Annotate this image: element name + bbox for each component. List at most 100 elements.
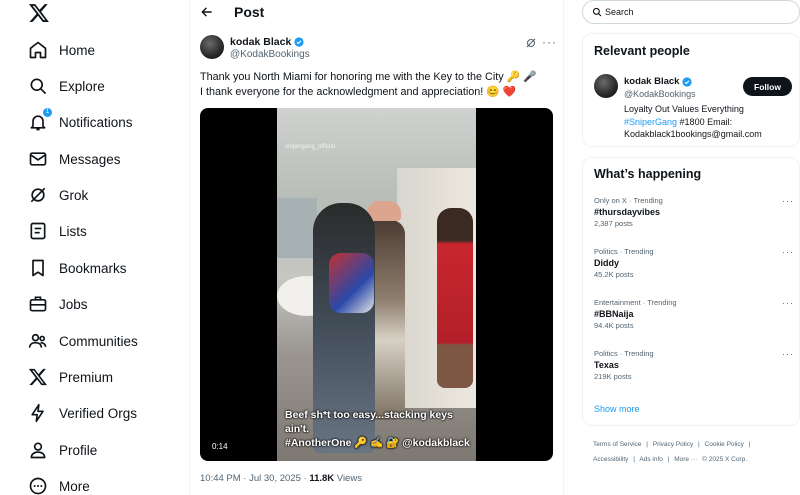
nav-messages[interactable]: Messages xyxy=(28,144,121,174)
trend-name: Diddy xyxy=(594,258,620,268)
nav-bookmarks[interactable]: Bookmarks xyxy=(28,253,127,283)
follow-button[interactable]: Follow xyxy=(743,77,792,96)
footer-ads-link[interactable]: Ads info xyxy=(639,456,663,463)
trend-more-icon[interactable]: ··· xyxy=(782,247,794,257)
tweet-text-line: I thank everyone for the acknowledgment … xyxy=(200,86,517,98)
nav-label-premium: Premium xyxy=(59,369,114,385)
verified-badge-icon xyxy=(294,37,304,47)
whats-happening-card: What’s happening Only on X · Trending #t… xyxy=(582,157,800,426)
trend-more-icon[interactable]: ··· xyxy=(782,196,794,206)
footer-terms-link[interactable]: Terms of Service xyxy=(593,441,641,448)
trend-post-count: 2,387 posts xyxy=(594,219,633,228)
trend-more-icon[interactable]: ··· xyxy=(782,349,794,359)
trend-name: #BBNaija xyxy=(594,309,634,319)
nav-lists[interactable]: Lists xyxy=(28,216,87,246)
more-options-icon[interactable]: ··· xyxy=(542,35,557,49)
video-player[interactable]: snipergang_official Beef sh*t too easy..… xyxy=(200,108,553,461)
nav-label-verified-orgs: Verified Orgs xyxy=(59,405,138,421)
post-header: Post xyxy=(190,0,564,26)
nav-verified-orgs[interactable]: Verified Orgs xyxy=(28,398,137,428)
author-name-text: kodak Black xyxy=(230,36,292,48)
trend-post-count: 219K posts xyxy=(594,372,632,381)
nav-label-bookmarks: Bookmarks xyxy=(59,260,127,276)
trend-post-count: 45.2K posts xyxy=(594,270,634,279)
video-caption-line: #AnotherOne 🔑 ✍️ 🔐 @kodakblack xyxy=(285,437,470,449)
nav-more[interactable]: More xyxy=(28,471,90,495)
nav-notifications[interactable]: 1 Notifications xyxy=(28,107,133,137)
search-icon xyxy=(592,7,602,17)
footer-privacy-link[interactable]: Privacy Policy xyxy=(653,441,693,448)
lightning-icon xyxy=(31,403,44,423)
relevant-person-bio: Loyalty Out Values Everything #SniperGan… xyxy=(624,103,799,141)
show-more-link[interactable]: Show more xyxy=(594,404,640,414)
left-sidebar: Home Explore 1 Notifications Messages Gr… xyxy=(0,0,190,495)
trend-category: Entertainment · Trending xyxy=(594,298,677,307)
video-frame: snipergang_official Beef sh*t too easy..… xyxy=(277,108,476,461)
search-icon xyxy=(30,78,47,95)
back-arrow-icon[interactable] xyxy=(200,5,214,19)
video-scene-clothes xyxy=(329,253,374,313)
avatar[interactable] xyxy=(594,74,618,98)
nav-label-messages: Messages xyxy=(59,151,121,167)
trend-name: #thursdayvibes xyxy=(594,207,661,217)
x-logo-icon[interactable] xyxy=(28,2,50,24)
video-duration: 0:14 xyxy=(212,442,228,451)
bio-text: #1800 Email: xyxy=(677,116,733,127)
person-icon xyxy=(30,442,46,459)
relevant-people-title: Relevant people xyxy=(594,44,690,58)
grok-icon xyxy=(30,187,46,203)
list-icon xyxy=(30,222,46,240)
tweet-timestamp[interactable]: 10:44 PM · Jul 30, 2025 · xyxy=(200,473,309,484)
avatar[interactable] xyxy=(200,35,224,59)
video-caption-line: Beef sh*t too easy...stacking keys ain't… xyxy=(285,409,453,435)
nav-home[interactable]: Home xyxy=(28,35,95,65)
author-handle[interactable]: @KodakBookings xyxy=(230,49,310,60)
bell-icon: 1 xyxy=(28,108,52,132)
views-label: Views xyxy=(334,473,362,484)
grok-icon[interactable] xyxy=(525,37,537,49)
trend-item[interactable]: Entertainment · Trending #BBNaija 94.4K … xyxy=(594,298,794,330)
search-placeholder: Search xyxy=(605,7,634,17)
more-circle-icon xyxy=(29,477,47,495)
tweet-meta: 10:44 PM · Jul 30, 2025 · 11.8K Views xyxy=(200,473,362,484)
right-sidebar: Search Relevant people kodak Black @Koda… xyxy=(582,0,800,495)
author-name[interactable]: kodak Black xyxy=(230,36,304,48)
bio-hashtag-link[interactable]: #SniperGang xyxy=(624,117,677,127)
footer-more-link[interactable]: More ··· xyxy=(674,456,697,463)
footer-separator: | xyxy=(698,441,700,448)
bio-line: Kodakblack1bookings@gmail.com xyxy=(624,129,762,139)
trend-item[interactable]: Only on X · Trending #thursdayvibes 2,38… xyxy=(594,196,794,228)
nav-profile[interactable]: Profile xyxy=(28,435,97,465)
nav-premium[interactable]: Premium xyxy=(28,362,113,392)
nav-label-communities: Communities xyxy=(59,333,138,349)
trend-item[interactable]: Politics · Trending Diddy 45.2K posts ··… xyxy=(594,247,794,279)
footer-separator: | xyxy=(748,441,751,448)
nav-jobs[interactable]: Jobs xyxy=(28,289,88,319)
footer-separator: | xyxy=(633,456,635,463)
nav-label-explore: Explore xyxy=(59,78,105,94)
nav-grok[interactable]: Grok xyxy=(28,180,88,210)
footer-links: Terms of Service | Privacy Policy | Cook… xyxy=(593,437,798,467)
relevant-person-name[interactable]: kodak Black xyxy=(624,76,693,87)
footer-accessibility-link[interactable]: Accessibility xyxy=(593,456,628,463)
trend-more-icon[interactable]: ··· xyxy=(782,298,794,308)
nav-label-profile: Profile xyxy=(59,442,98,458)
nav-communities[interactable]: Communities xyxy=(28,326,138,356)
briefcase-icon xyxy=(29,296,47,312)
relevant-person-handle[interactable]: @KodakBookings xyxy=(624,89,696,99)
nav-label-home: Home xyxy=(59,42,96,58)
trend-name: Texas xyxy=(594,360,619,370)
tweet-text: Thank you North Miami for honoring me wi… xyxy=(200,70,552,100)
search-input[interactable]: Search xyxy=(582,0,800,24)
relevant-person-name-text: kodak Black xyxy=(624,76,680,87)
trend-item[interactable]: Politics · Trending Texas 219K posts ··· xyxy=(594,349,794,381)
nav-label-lists: Lists xyxy=(59,223,87,239)
bio-line: #SniperGang #1800 Email: xyxy=(624,116,799,129)
main-column: Post kodak Black @KodakBookings ··· Than… xyxy=(190,0,564,495)
footer-cookie-link[interactable]: Cookie Policy xyxy=(705,441,744,448)
relevant-people-card: Relevant people kodak Black @KodakBookin… xyxy=(582,33,800,147)
bio-line: Loyalty Out Values Everything xyxy=(624,104,744,114)
page-title: Post xyxy=(234,4,265,20)
nav-explore[interactable]: Explore xyxy=(28,71,105,101)
views-count: 11.8K xyxy=(309,473,335,484)
